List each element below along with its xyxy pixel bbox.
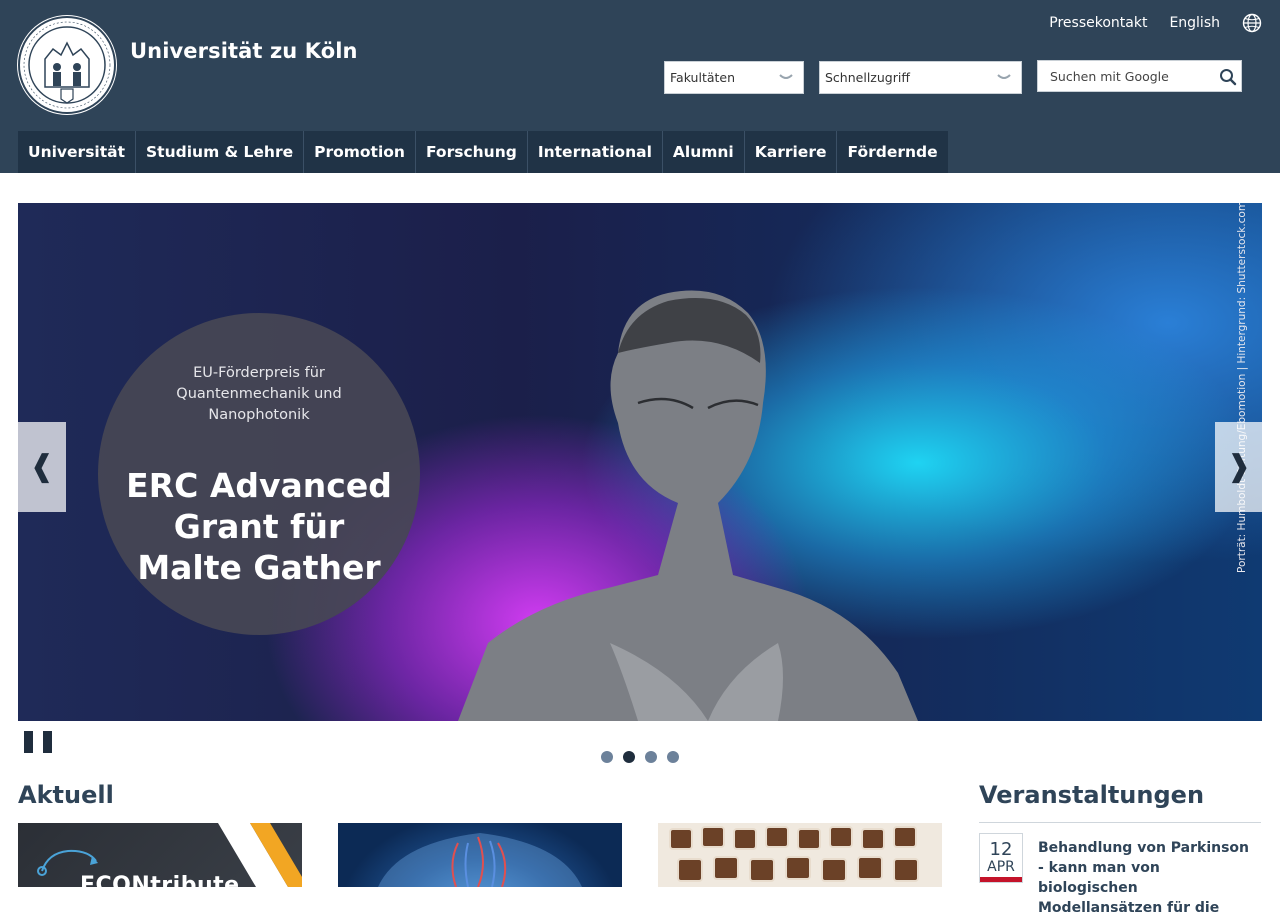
chevron-down-icon	[779, 74, 793, 79]
event-title-link[interactable]: Behandlung von Parkinson - kann man von …	[1038, 838, 1253, 918]
nav-item-universitaet[interactable]: Universität	[18, 131, 137, 173]
image-credit-text: Porträt: Humboldt-Stiftung/Ebomotion | H…	[1236, 203, 1248, 573]
search-box	[1037, 60, 1242, 92]
quick-access-select-value: Schnellzugriff	[825, 70, 910, 85]
quick-access-select[interactable]: Schnellzugriff	[819, 61, 1022, 94]
nav-item-alumni[interactable]: Alumni	[663, 131, 745, 173]
news-tile[interactable]	[658, 823, 942, 887]
english-link[interactable]: English	[1169, 15, 1220, 31]
slider-dot-1[interactable]	[601, 751, 613, 763]
site-title[interactable]: Universität zu Köln	[130, 39, 358, 63]
news-tile-text: ECONtribute	[80, 873, 240, 887]
events-divider	[979, 822, 1261, 823]
pause-button[interactable]	[24, 731, 54, 753]
slider-prev-button[interactable]: ❰	[18, 422, 66, 512]
pause-icon	[43, 731, 52, 753]
search-input[interactable]	[1048, 68, 1212, 85]
slider-dot-2[interactable]	[623, 751, 635, 763]
anatomy-image	[378, 833, 582, 887]
top-links: Pressekontakt English	[1049, 13, 1262, 33]
nav-item-promotion[interactable]: Promotion	[304, 131, 416, 173]
slider-next-button[interactable]: ❱	[1215, 422, 1262, 512]
news-heading: Aktuell	[18, 781, 114, 809]
press-contact-link[interactable]: Pressekontakt	[1049, 15, 1147, 31]
search-icon[interactable]	[1219, 68, 1237, 86]
news-tile[interactable]: ECONtribute	[18, 823, 302, 887]
event-date-badge: 12 APR	[979, 833, 1023, 883]
slider-pagination	[601, 751, 679, 763]
event-month: APR	[987, 859, 1015, 875]
nav-item-foerdernde[interactable]: Fördernde	[837, 131, 947, 173]
slider-dot-4[interactable]	[667, 751, 679, 763]
globe-icon[interactable]	[1242, 13, 1262, 33]
nav-item-forschung[interactable]: Forschung	[416, 131, 528, 173]
hero-slider[interactable]: EU-Förderpreis für Quantenmechanik und N…	[18, 203, 1262, 721]
site-header: Universität zu Köln Pressekontakt Englis…	[0, 0, 1280, 173]
news-tile[interactable]	[338, 823, 622, 887]
chevron-down-icon	[997, 74, 1011, 79]
events-heading: Veranstaltungen	[979, 781, 1205, 809]
slide-caption[interactable]: EU-Förderpreis für Quantenmechanik und N…	[98, 313, 420, 635]
nav-item-karriere[interactable]: Karriere	[745, 131, 838, 173]
nav-item-international[interactable]: International	[528, 131, 663, 173]
main-navigation: Universität Studium & Lehre Promotion Fo…	[18, 131, 948, 173]
pause-icon	[24, 731, 33, 753]
slider-dot-3[interactable]	[645, 751, 657, 763]
nav-item-studium-lehre[interactable]: Studium & Lehre	[136, 131, 305, 173]
university-seal-icon[interactable]	[17, 15, 117, 115]
event-date-accent	[980, 877, 1022, 882]
faculties-select-value: Fakultäten	[670, 70, 736, 85]
faculties-select[interactable]: Fakultäten	[664, 61, 804, 94]
image-credit: Porträt: Humboldt-Stiftung/Ebomotion | H…	[1236, 203, 1252, 573]
event-day: 12	[989, 839, 1013, 860]
slide-kicker: EU-Förderpreis für Quantenmechanik und N…	[176, 365, 342, 423]
cups-image	[669, 826, 919, 882]
slide-headline[interactable]: ERC Advanced Grant für Malte Gather	[118, 465, 400, 588]
